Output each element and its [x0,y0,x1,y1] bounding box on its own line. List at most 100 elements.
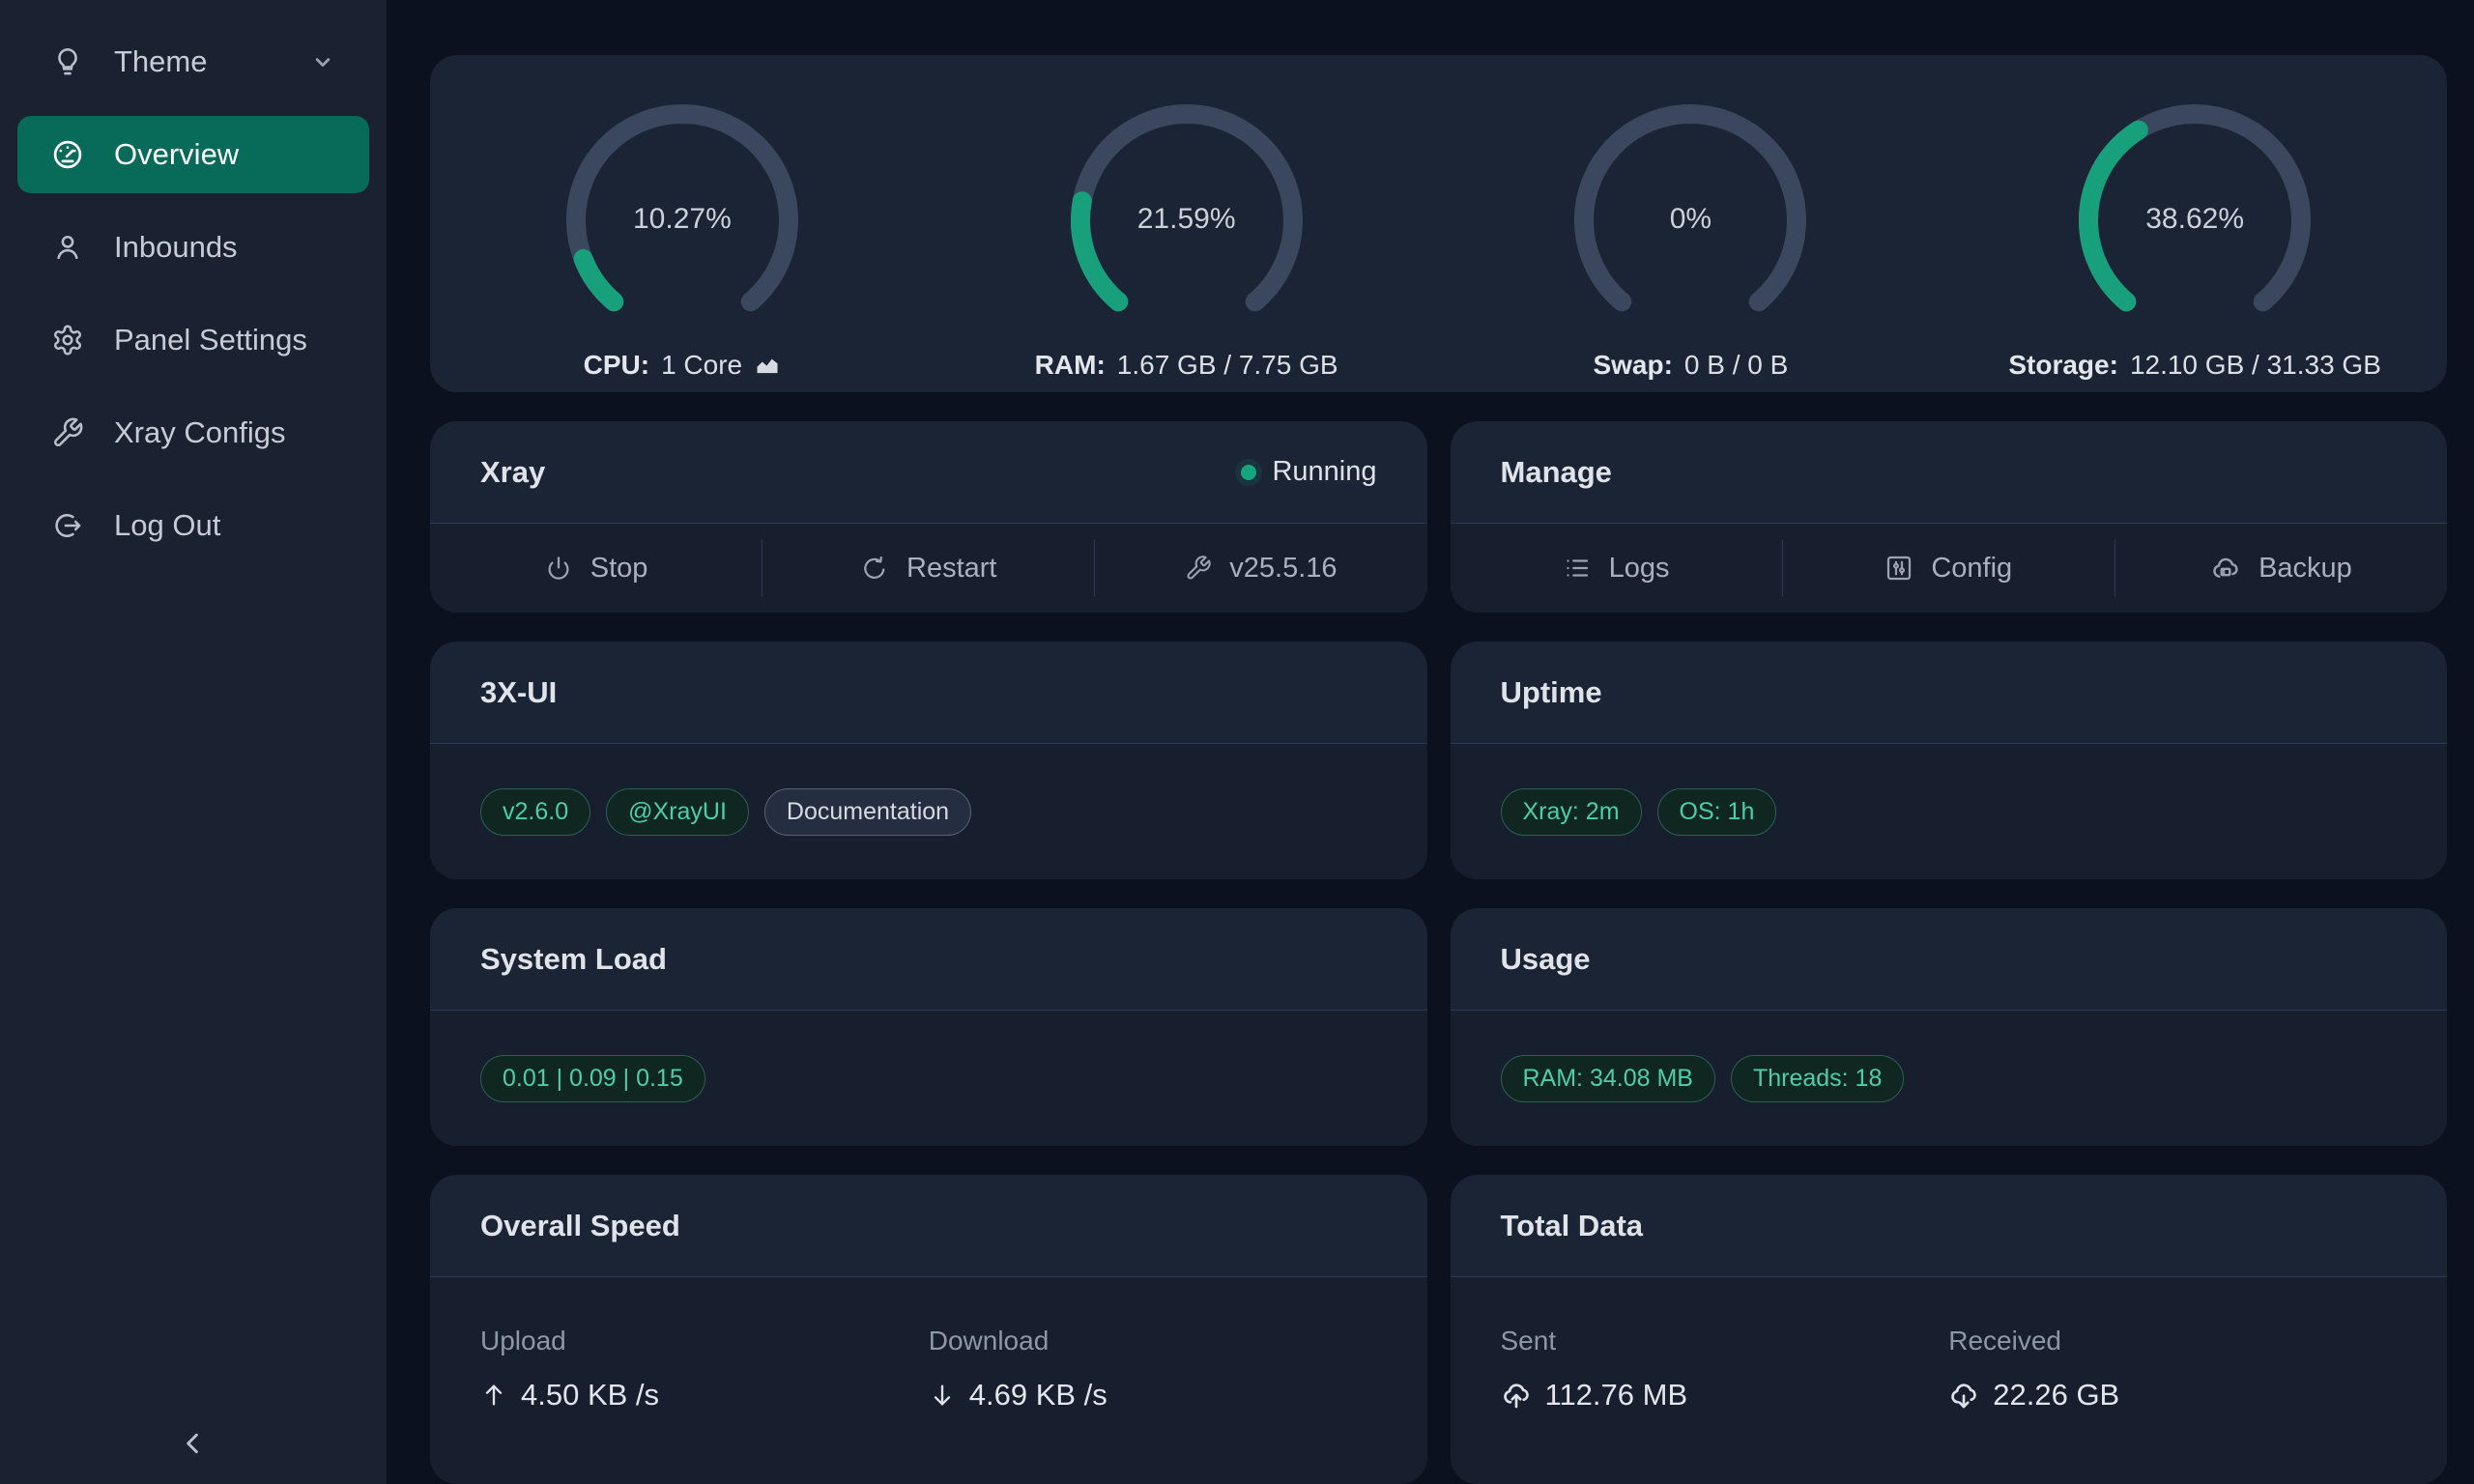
main-content: 10.27% CPU: 1 Core 21.59% RAM: 1.67 GB [387,0,2474,1484]
sidebar-item-theme[interactable]: Theme [17,23,369,100]
restart-button[interactable]: Restart [762,524,1094,613]
sidebar-collapse-button[interactable] [178,1428,209,1459]
xray-card-header: Xray Running [430,421,1427,524]
total-data-card-header: Total Data [1451,1175,2448,1277]
ram-gauge-arc: 21.59% [1071,104,1303,315]
received-label: Received [1948,1326,2397,1356]
version-badge[interactable]: v2.6.0 [480,788,590,836]
backup-button[interactable]: Backup [2115,524,2447,613]
uptime-badges: Xray: 2m OS: 1h [1451,744,2448,879]
sliders-icon [1884,554,1913,583]
usage-card-header: Usage [1451,908,2448,1011]
sidebar-item-label: Log Out [114,508,220,543]
row-xray-manage: Xray Running Stop Res [430,421,2447,613]
overall-speed-card-title: Overall Speed [480,1209,680,1243]
logout-icon [50,508,85,543]
sidebar-item-inbounds[interactable]: Inbounds [17,209,369,286]
uptime-card: Uptime Xray: 2m OS: 1h [1451,642,2448,879]
power-icon [544,554,573,583]
ram-usage-badge: RAM: 34.08 MB [1501,1055,1715,1102]
cpu-percent: 10.27% [566,203,798,236]
received-value: 22.26 GB [1993,1378,2119,1413]
system-load-card-title: System Load [480,942,667,977]
cpu-gauge-arc: 10.27% [566,104,798,315]
sidebar: Theme Overview Inbounds Panel Settings X… [0,0,387,1484]
manage-card: Manage Logs Config [1451,421,2448,613]
sidebar-item-label: Theme [114,44,207,79]
total-data-card: Total Data Sent 112.76 MB Received [1451,1175,2448,1484]
chevron-left-icon [178,1428,209,1459]
row-speed-data: Overall Speed Upload 4.50 KB /s Download [430,1175,2447,1484]
xray-card-title: Xray [480,455,545,490]
download-value: 4.69 KB /s [969,1378,1108,1413]
sidebar-item-label: Panel Settings [114,323,307,357]
system-load-card-header: System Load [430,908,1427,1011]
overall-speed-stats: Upload 4.50 KB /s Download 4.69 K [430,1277,1427,1484]
cloud-download-icon [1948,1380,1979,1411]
xui-card: 3X-UI v2.6.0 @XrayUI Documentation [430,642,1427,879]
upload-label: Upload [480,1326,929,1356]
ram-gauge: 21.59% RAM: 1.67 GB / 7.75 GB [935,104,1439,381]
documentation-badge[interactable]: Documentation [764,788,971,836]
download-stat: Download 4.69 KB /s [929,1326,1377,1484]
sidebar-item-log-out[interactable]: Log Out [17,487,369,564]
config-button[interactable]: Config [1783,524,2114,613]
arrow-up-icon [480,1382,507,1409]
download-label: Download [929,1326,1377,1356]
sidebar-item-panel-settings[interactable]: Panel Settings [17,301,369,379]
sidebar-item-label: Xray Configs [114,415,285,450]
system-load-card: System Load 0.01 | 0.09 | 0.15 [430,908,1427,1146]
load-average-badge: 0.01 | 0.09 | 0.15 [480,1055,705,1102]
xrayui-badge[interactable]: @XrayUI [606,788,749,836]
user-icon [50,230,85,265]
uptime-card-header: Uptime [1451,642,2448,744]
usage-badges: RAM: 34.08 MB Threads: 18 [1451,1011,2448,1146]
manage-card-title: Manage [1501,455,1612,490]
logs-button[interactable]: Logs [1451,524,1782,613]
cpu-chart-icon[interactable] [754,352,781,379]
cloud-upload-icon [1501,1380,1532,1411]
swap-label: Swap: 0 B / 0 B [1593,350,1788,381]
usage-card-title: Usage [1501,942,1591,977]
xray-status-text: Running [1272,456,1376,488]
chevron-down-icon [309,48,336,75]
status-dot-icon [1241,465,1256,480]
xray-version-button[interactable]: v25.5.16 [1095,524,1426,613]
overall-speed-card: Overall Speed Upload 4.50 KB /s Download [430,1175,1427,1484]
received-stat: Received 22.26 GB [1948,1326,2397,1484]
overall-speed-card-header: Overall Speed [430,1175,1427,1277]
total-data-card-title: Total Data [1501,1209,1644,1243]
system-load-badges: 0.01 | 0.09 | 0.15 [430,1011,1427,1146]
manage-card-header: Manage [1451,421,2448,524]
manage-actions: Logs Config Backup [1451,524,2448,613]
sent-stat: Sent 112.76 MB [1501,1326,1949,1484]
wrench-icon [50,415,85,450]
sidebar-item-overview[interactable]: Overview [17,116,369,193]
storage-gauge-arc: 38.62% [2079,104,2311,315]
cpu-gauge: 10.27% CPU: 1 Core [430,104,935,381]
usage-card: Usage RAM: 34.08 MB Threads: 18 [1451,908,2448,1146]
ram-percent: 21.59% [1071,203,1303,236]
upload-stat: Upload 4.50 KB /s [480,1326,929,1484]
threads-badge: Threads: 18 [1731,1055,1904,1102]
row-xui-uptime: 3X-UI v2.6.0 @XrayUI Documentation Uptim… [430,642,2447,879]
restart-icon [860,554,889,583]
sidebar-item-label: Inbounds [114,230,238,265]
swap-gauge-arc: 0% [1574,104,1806,315]
row-load-usage: System Load 0.01 | 0.09 | 0.15 Usage RAM… [430,908,2447,1146]
cpu-label: CPU: 1 Core [584,350,782,381]
uptime-card-title: Uptime [1501,675,1602,710]
gear-icon [50,323,85,357]
sidebar-item-xray-configs[interactable]: Xray Configs [17,394,369,471]
upload-value: 4.50 KB /s [521,1378,659,1413]
ram-label: RAM: 1.67 GB / 7.75 GB [1035,350,1338,381]
xray-actions: Stop Restart v25.5.16 [430,524,1427,613]
arrow-down-icon [929,1382,956,1409]
xui-card-header: 3X-UI [430,642,1427,744]
stop-button[interactable]: Stop [430,524,762,613]
sidebar-item-label: Overview [114,137,239,172]
xui-card-title: 3X-UI [480,675,557,710]
wrench-icon [1185,555,1212,582]
xray-status: Running [1241,456,1376,488]
storage-gauge: 38.62% Storage: 12.10 GB / 31.33 GB [1942,104,2447,381]
